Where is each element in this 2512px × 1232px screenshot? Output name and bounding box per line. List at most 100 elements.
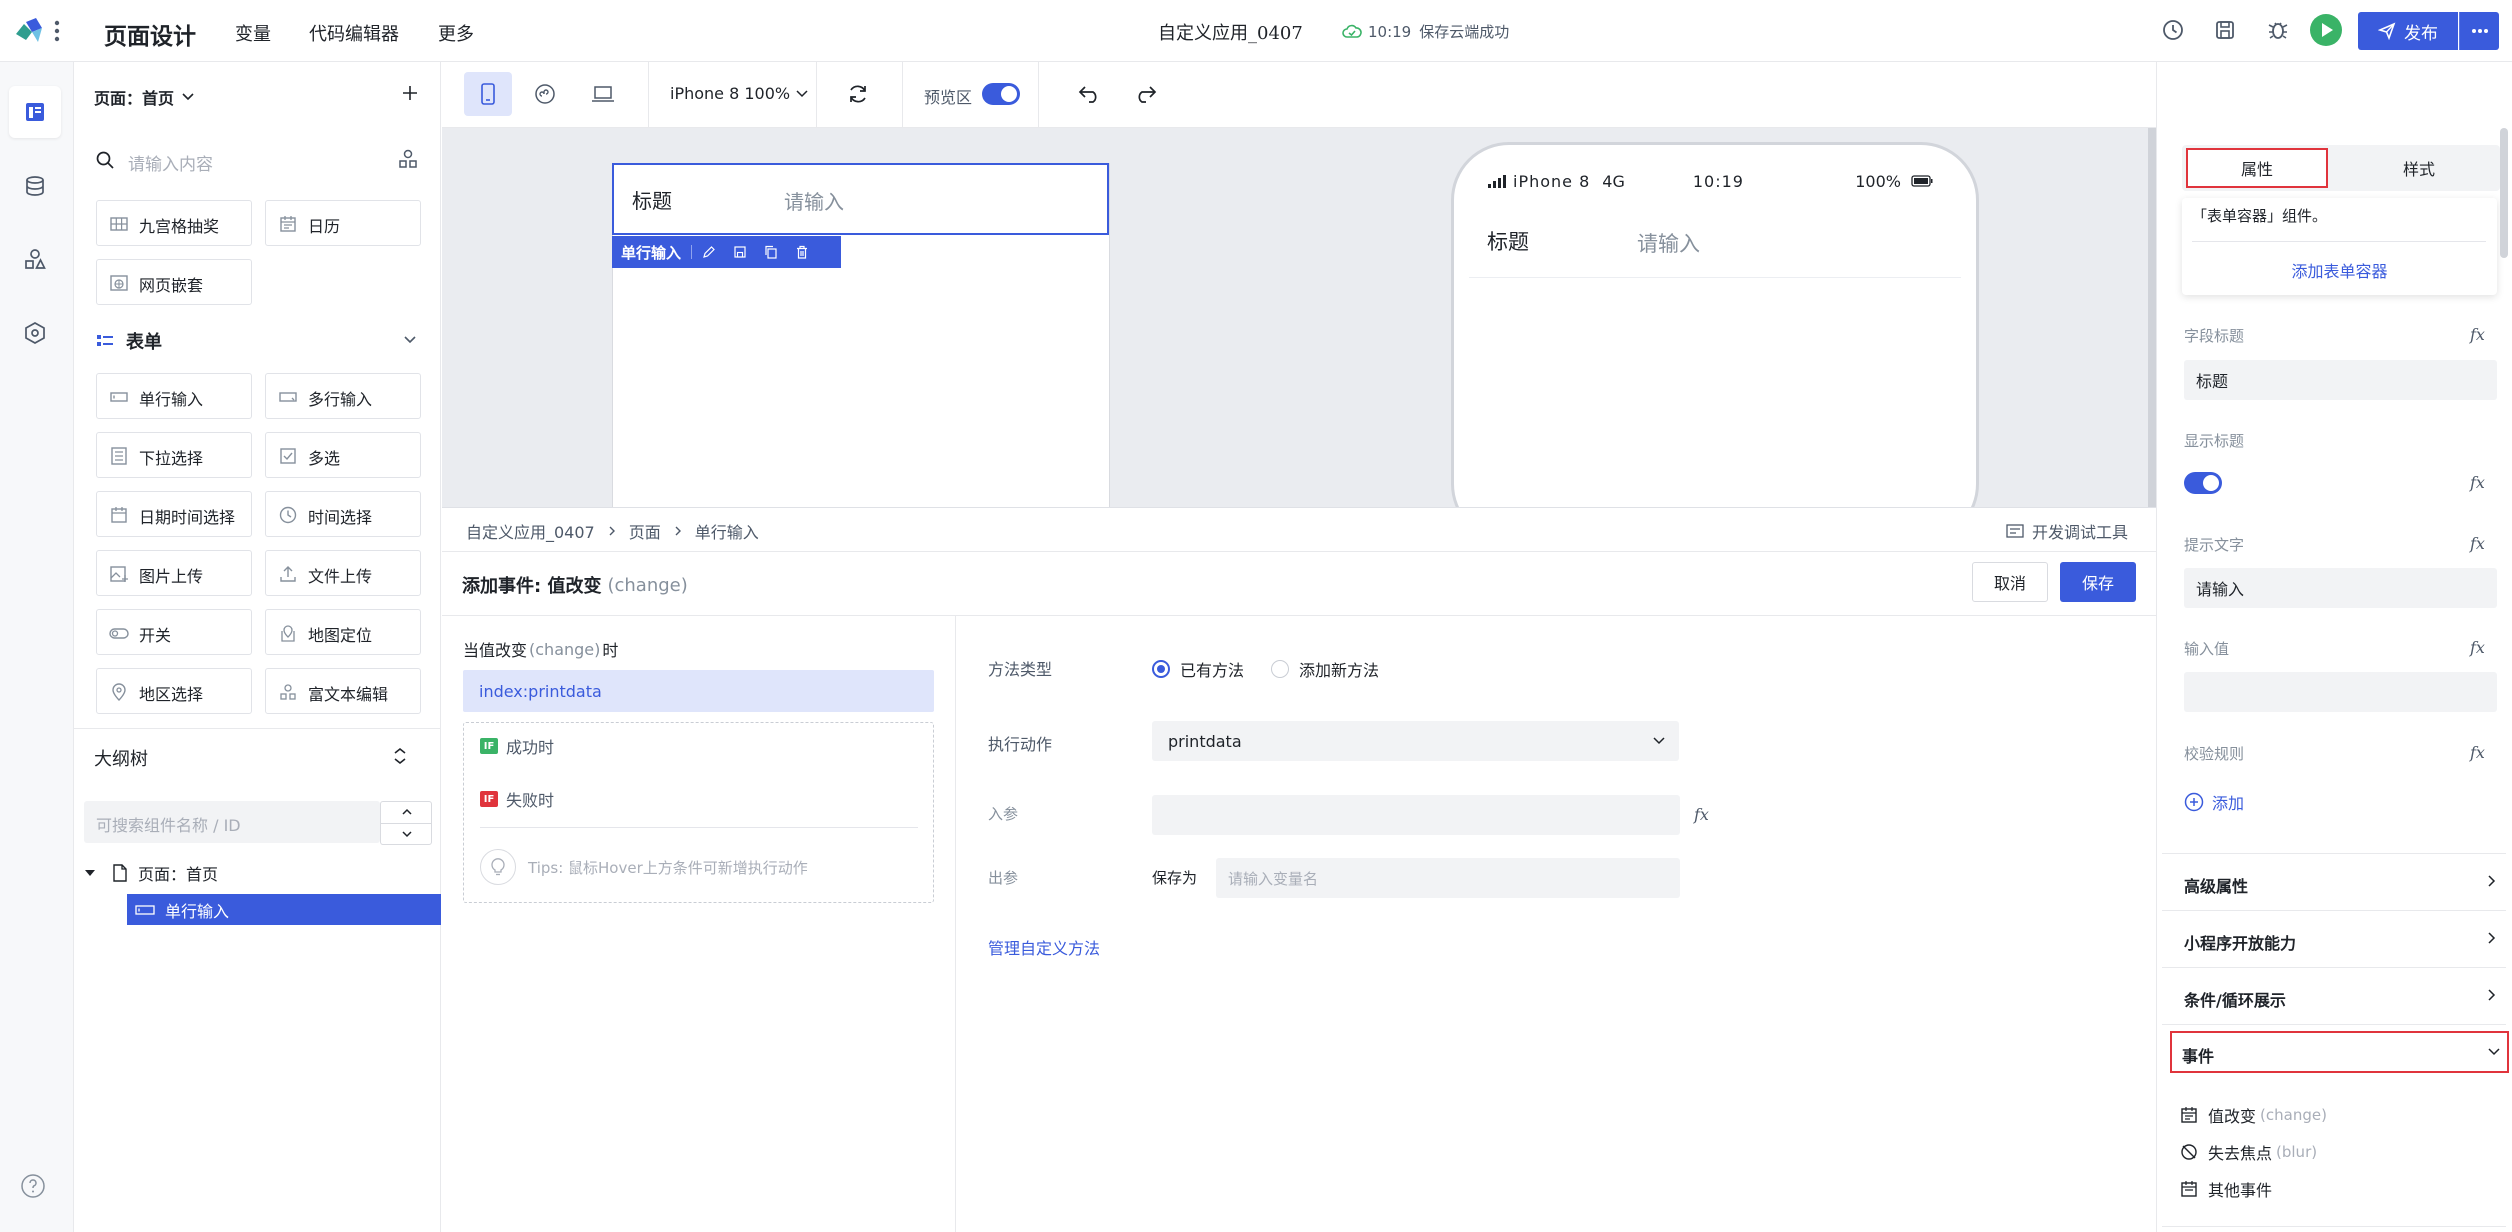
cloud-check-icon: [1342, 24, 1362, 40]
component-card[interactable]: 网页嵌套: [96, 259, 252, 305]
preview-toggle[interactable]: [982, 83, 1020, 105]
tree-node-selected[interactable]: 单行输入: [127, 894, 441, 925]
run-preview-button[interactable]: [2310, 14, 2342, 46]
show-title-toggle[interactable]: [2184, 472, 2222, 494]
breadcrumb-item[interactable]: 页面: [629, 519, 661, 543]
cancel-button[interactable]: 取消: [1972, 562, 2048, 602]
component-card[interactable]: 图片上传: [96, 550, 252, 596]
selection-label: 单行输入: [621, 243, 682, 262]
save-icon[interactable]: [2212, 17, 2238, 43]
rail-components-button[interactable]: [9, 233, 61, 285]
nav-code-editor[interactable]: 代码编辑器: [309, 20, 399, 46]
expand-collapse-icon[interactable]: [392, 746, 408, 766]
event-item-blur[interactable]: 失去焦点 (blur): [2180, 1140, 2317, 1164]
add-page-icon[interactable]: [400, 83, 420, 103]
fx-icon[interactable]: fx: [2470, 743, 2485, 762]
component-card[interactable]: 日历: [265, 200, 421, 246]
divider: [648, 62, 649, 128]
debug-bug-icon[interactable]: [2265, 17, 2291, 43]
redo-icon[interactable]: [1133, 84, 1157, 104]
component-card[interactable]: 日期时间选择: [96, 491, 252, 537]
device-selector[interactable]: iPhone 8 100%: [670, 84, 808, 103]
on-fail-row[interactable]: IF 失败时: [480, 787, 554, 811]
chevron-down-icon: [796, 89, 808, 97]
rail-pages-button[interactable]: [9, 86, 61, 138]
undo-icon[interactable]: [1078, 84, 1102, 104]
fx-icon[interactable]: fx: [1694, 805, 1709, 824]
history-icon[interactable]: [2160, 17, 2186, 43]
page-selector[interactable]: 页面：首页: [94, 85, 194, 109]
add-validation-button[interactable]: 添加: [2184, 790, 2244, 814]
breadcrumb-item[interactable]: 自定义应用_0407: [466, 519, 595, 543]
panel-scrollbar[interactable]: [2500, 128, 2508, 258]
add-form-container-link[interactable]: 添加表单容器: [2182, 258, 2497, 282]
canvas-scrollbar[interactable]: [2148, 128, 2156, 507]
refresh-icon[interactable]: [846, 82, 870, 106]
method-radio-new[interactable]: 添加新方法: [1271, 657, 1379, 681]
component-card[interactable]: 多选: [265, 432, 421, 478]
field-title-input[interactable]: 标题: [2184, 360, 2497, 400]
help-icon[interactable]: [20, 1173, 46, 1199]
miniprogram-view-button[interactable]: [521, 72, 569, 116]
section-condition-loop[interactable]: 条件/循环展示: [2162, 967, 2506, 1023]
chevron-down-icon[interactable]: [403, 335, 417, 345]
component-library-icon[interactable]: [397, 148, 419, 170]
component-card[interactable]: 时间选择: [265, 491, 421, 537]
component-card[interactable]: 单行输入: [96, 373, 252, 419]
app-menu-icon[interactable]: [52, 18, 62, 44]
section-events[interactable]: 事件: [2170, 1031, 2509, 1073]
method-radio-existing[interactable]: 已有方法: [1152, 657, 1244, 681]
component-card[interactable]: 下拉选择: [96, 432, 252, 478]
fx-icon[interactable]: fx: [2470, 473, 2485, 492]
map-location-icon: [278, 623, 298, 643]
right-panel-header: [2156, 62, 2512, 128]
component-card[interactable]: 富文本编辑: [265, 668, 421, 714]
method-option-label: 添加新方法: [1299, 661, 1380, 680]
param-in-input[interactable]: [1152, 795, 1680, 835]
fx-icon[interactable]: fx: [2470, 638, 2485, 657]
save-button[interactable]: 保存: [2060, 562, 2136, 602]
desktop-view-button[interactable]: [579, 72, 627, 116]
placeholder-input[interactable]: 请输入: [2184, 568, 2497, 608]
manage-methods-link[interactable]: 管理自定义方法: [988, 935, 1100, 959]
method-type-label: 方法类型: [988, 660, 1053, 679]
nav-more[interactable]: 更多: [438, 20, 474, 46]
publish-button[interactable]: 发布: [2358, 12, 2458, 50]
nav-variables[interactable]: 变量: [235, 20, 271, 46]
component-card[interactable]: 多行输入: [265, 373, 421, 419]
fx-icon[interactable]: fx: [2470, 325, 2485, 344]
breadcrumb-item[interactable]: 单行输入: [695, 519, 759, 543]
action-select[interactable]: printdata: [1152, 721, 1679, 761]
section-miniprogram[interactable]: 小程序开放能力: [2162, 910, 2506, 966]
layout-icon: [26, 103, 44, 121]
fx-icon[interactable]: fx: [2470, 534, 2485, 553]
publish-more-button[interactable]: [2459, 12, 2499, 50]
rail-settings-button[interactable]: [9, 307, 61, 359]
component-card[interactable]: 九宫格抽奖: [96, 200, 252, 246]
save-status: 10:19 保存云端成功: [1342, 21, 1509, 42]
action-list-item[interactable]: index:printdata: [463, 670, 934, 712]
form-container-hint: 「表单容器」组件。 添加表单容器: [2182, 198, 2497, 295]
input-value-field[interactable]: [2184, 672, 2497, 712]
tree-node-page[interactable]: 页面：首页: [84, 860, 218, 886]
app-logo-icon[interactable]: [12, 14, 46, 48]
selected-input-component[interactable]: 标题 请输入: [612, 163, 1109, 235]
event-item-other[interactable]: 其他事件: [2180, 1177, 2272, 1201]
component-card[interactable]: 文件上传: [265, 550, 421, 596]
rail-database-button[interactable]: [9, 160, 61, 212]
dev-tools-button[interactable]: 开发调试工具: [2006, 519, 2128, 543]
component-card[interactable]: 地区选择: [96, 668, 252, 714]
component-card[interactable]: 开关: [96, 609, 252, 655]
component-card-label: 多选: [308, 449, 341, 468]
section-advanced[interactable]: 高级属性: [2162, 853, 2506, 909]
form-section-header[interactable]: 表单: [96, 328, 162, 354]
save-as-input[interactable]: 请输入变量名: [1216, 858, 1680, 898]
on-success-row[interactable]: IF 成功时: [480, 734, 554, 758]
tab-properties[interactable]: 属性: [2186, 148, 2328, 188]
shapes-icon: [25, 249, 46, 269]
mobile-view-button[interactable]: [464, 72, 512, 116]
outline-nav-stepper[interactable]: [380, 801, 432, 845]
component-card[interactable]: 地图定位: [265, 609, 421, 655]
event-item-change[interactable]: 值改变 (change): [2180, 1103, 2327, 1127]
tab-style[interactable]: 样式: [2342, 148, 2496, 188]
